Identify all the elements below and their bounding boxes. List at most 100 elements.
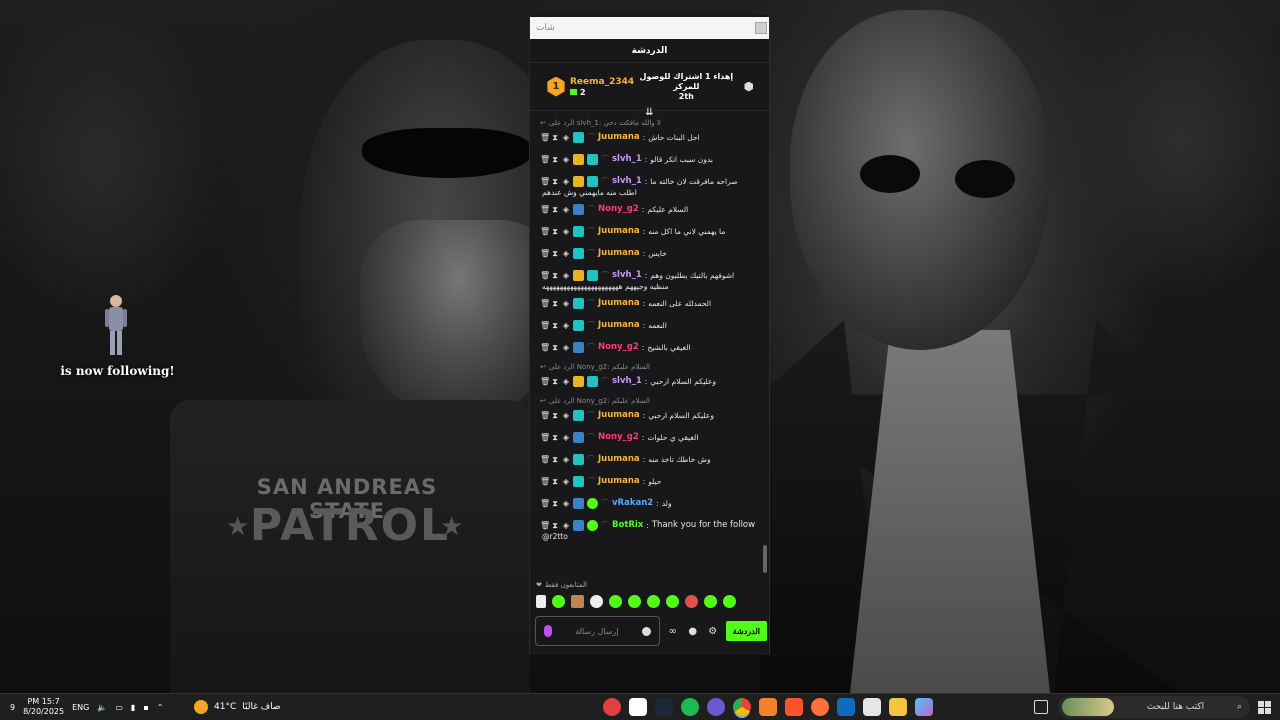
start-button-icon[interactable]: [1258, 700, 1271, 714]
timeout-icon[interactable]: ⧗: [551, 411, 559, 420]
chrome-app-icon[interactable]: [733, 698, 751, 716]
emoji-picker-icon[interactable]: [641, 626, 651, 636]
shield-icon[interactable]: ◈: [562, 177, 570, 186]
scroll-to-bottom-icon[interactable]: ⇊: [530, 107, 769, 118]
capcut-app-icon[interactable]: [629, 698, 647, 716]
shield-icon[interactable]: ◈: [562, 433, 570, 442]
shield-icon[interactable]: ◈: [562, 455, 570, 464]
emote-icon[interactable]: [628, 595, 641, 608]
timeout-icon[interactable]: ⧗: [551, 321, 559, 330]
chat-username[interactable]: slvh_1: [612, 154, 642, 165]
timeout-icon[interactable]: ⧗: [551, 499, 559, 508]
shield-icon[interactable]: ◈: [562, 477, 570, 486]
shield-icon[interactable]: ◈: [562, 321, 570, 330]
timeout-icon[interactable]: ⧗: [551, 271, 559, 280]
timeout-icon[interactable]: ⧗: [551, 433, 559, 442]
emote-icon[interactable]: [536, 595, 546, 608]
trash-icon[interactable]: 🗑: [540, 477, 550, 486]
emote-icon[interactable]: [704, 595, 717, 608]
taskbar-clock[interactable]: PM 15:7 8/20/2025: [23, 697, 64, 717]
shield-icon[interactable]: ◈: [562, 343, 570, 352]
notification-center-icon[interactable]: 9: [10, 703, 15, 712]
chat-username[interactable]: slvh_1: [612, 376, 642, 387]
gear-icon[interactable]: ⚙: [706, 626, 720, 637]
shield-icon[interactable]: ◈: [562, 249, 570, 258]
leaderboard-user[interactable]: 1 Reema_2344 2: [546, 76, 634, 97]
emote-icon[interactable]: [571, 595, 584, 608]
shield-icon[interactable]: ◈: [562, 521, 570, 530]
trash-icon[interactable]: 🗑: [540, 521, 550, 530]
timeout-icon[interactable]: ⧗: [551, 205, 559, 214]
shield-icon[interactable]: ◈: [562, 155, 570, 164]
timeout-icon[interactable]: ⧗: [551, 133, 559, 142]
task-view-icon[interactable]: [1034, 700, 1048, 714]
brave-app-icon[interactable]: [785, 698, 803, 716]
shield-icon[interactable]: ◈: [562, 133, 570, 142]
emote-icon[interactable]: [723, 595, 736, 608]
chat-username[interactable]: Nony_g2: [598, 204, 639, 215]
tray-app-icon[interactable]: ▪: [143, 703, 148, 712]
language-indicator[interactable]: ENG: [72, 703, 89, 712]
chat-username[interactable]: Juumana: [598, 298, 640, 309]
trash-icon[interactable]: 🗑: [540, 271, 550, 280]
trash-icon[interactable]: 🗑: [540, 343, 550, 352]
chat-message-input[interactable]: إرسال رسالة: [535, 616, 660, 646]
emote-icon[interactable]: [590, 595, 603, 608]
timeout-icon[interactable]: ⧗: [551, 455, 559, 464]
chat-username[interactable]: Juumana: [598, 320, 640, 331]
chat-username[interactable]: BotRix: [612, 520, 643, 531]
reply-context[interactable]: ↩ الرد على slvh_1: لا والله مافكت دحي: [540, 117, 763, 129]
app-icon[interactable]: [759, 698, 777, 716]
trash-icon[interactable]: 🗑: [540, 299, 550, 308]
firefox-app-icon[interactable]: [811, 698, 829, 716]
trash-icon[interactable]: 🗑: [540, 321, 550, 330]
discord-app-icon[interactable]: [707, 698, 725, 716]
trash-icon[interactable]: 🗑: [540, 455, 550, 464]
chat-username[interactable]: Juumana: [598, 454, 640, 465]
timeout-icon[interactable]: ⧗: [551, 177, 559, 186]
trash-icon[interactable]: 🗑: [540, 227, 550, 236]
emote-icon[interactable]: [685, 595, 698, 608]
taskbar-search-box[interactable]: اكتب هنا للبحث ⌕: [1058, 696, 1250, 718]
shield-icon[interactable]: ◈: [562, 227, 570, 236]
chat-username[interactable]: Juumana: [598, 248, 640, 259]
trash-icon[interactable]: 🗑: [540, 411, 550, 420]
steam-app-icon[interactable]: [655, 698, 673, 716]
shield-icon[interactable]: ◈: [562, 205, 570, 214]
chat-username[interactable]: Juumana: [598, 476, 640, 487]
chat-scrollbar[interactable]: [763, 545, 767, 573]
timeout-icon[interactable]: ⧗: [551, 477, 559, 486]
trash-icon[interactable]: 🗑: [540, 499, 550, 508]
spotify-app-icon[interactable]: [681, 698, 699, 716]
copilot-app-icon[interactable]: [915, 698, 933, 716]
chat-username[interactable]: vRakan2: [612, 498, 653, 509]
infinity-icon[interactable]: ∞: [666, 626, 680, 637]
trash-icon[interactable]: 🗑: [540, 155, 550, 164]
users-icon[interactable]: ●: [686, 626, 700, 637]
file-explorer-icon[interactable]: [889, 698, 907, 716]
reply-context[interactable]: ↩ الرد على Nony_g2: السلام عليكم: [540, 395, 763, 407]
outlook-app-icon[interactable]: [837, 698, 855, 716]
window-control-button[interactable]: [755, 22, 767, 34]
trash-icon[interactable]: 🗑: [540, 377, 550, 386]
shield-icon[interactable]: ◈: [562, 377, 570, 386]
chat-username[interactable]: Nony_g2: [598, 432, 639, 443]
reply-context[interactable]: ↩ الرد على Nony_g2: السلام عليكم: [540, 361, 763, 373]
timeout-icon[interactable]: ⧗: [551, 299, 559, 308]
chat-username[interactable]: Juumana: [598, 132, 640, 143]
shield-icon[interactable]: ◈: [562, 411, 570, 420]
shield-icon[interactable]: ◈: [562, 271, 570, 280]
timeout-icon[interactable]: ⧗: [551, 343, 559, 352]
microphone-tray-icon[interactable]: ▮: [131, 703, 135, 712]
trash-icon[interactable]: 🗑: [540, 249, 550, 258]
timeout-icon[interactable]: ⧗: [551, 227, 559, 236]
trash-icon[interactable]: 🗑: [540, 433, 550, 442]
emote-icon[interactable]: [552, 595, 565, 608]
timeout-icon[interactable]: ⧗: [551, 521, 559, 530]
emote-icon[interactable]: [666, 595, 679, 608]
microphone-icon[interactable]: [544, 625, 552, 637]
trash-icon[interactable]: 🗑: [540, 205, 550, 214]
chat-username[interactable]: slvh_1: [612, 270, 642, 281]
chat-username[interactable]: Juumana: [598, 410, 640, 421]
emote-icon[interactable]: [609, 595, 622, 608]
